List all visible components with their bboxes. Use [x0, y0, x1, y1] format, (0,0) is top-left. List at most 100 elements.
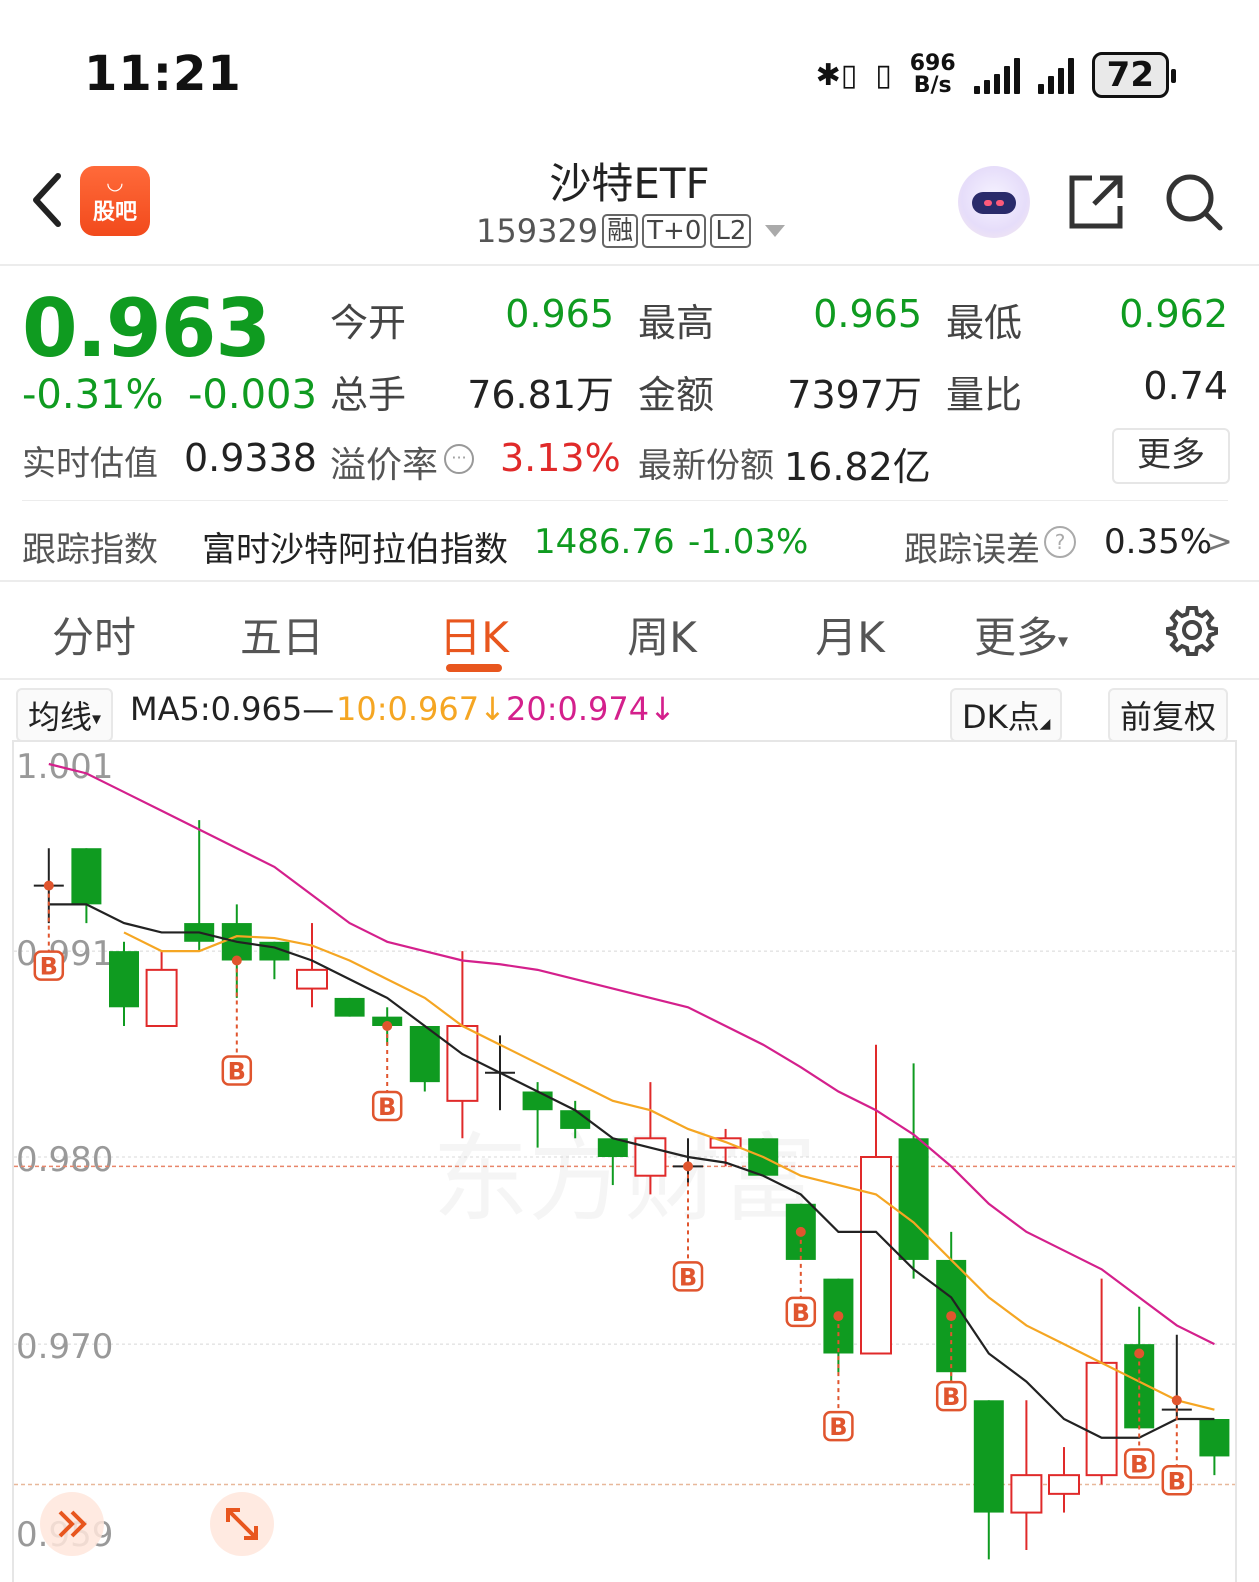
- section-divider: [0, 580, 1259, 582]
- candle-body: [560, 1110, 591, 1129]
- down-arrow-icon: ↓: [479, 690, 506, 728]
- tab-monthly-k[interactable]: 月K: [770, 604, 930, 665]
- candle-body: [973, 1400, 1004, 1513]
- share-icon[interactable]: [1066, 172, 1126, 232]
- tracking-index-name[interactable]: 富时沙特阿拉伯指数: [202, 522, 508, 571]
- ma20-value: 20:0.974: [506, 690, 650, 728]
- bluetooth-icon: ✱▯: [815, 57, 858, 93]
- more-button[interactable]: 更多: [1112, 428, 1230, 484]
- tabs-divider: [0, 678, 1259, 680]
- low-value: 0.962: [1119, 292, 1228, 336]
- buy-signal-letter: B: [228, 1058, 246, 1086]
- tracking-error-label: 跟踪误差: [904, 530, 1040, 570]
- ma-selector-label: 均线: [28, 698, 93, 736]
- buy-signal-letter: B: [942, 1383, 960, 1411]
- buy-signal-letter: B: [1168, 1467, 1186, 1495]
- ai-assistant-robot-icon[interactable]: [958, 166, 1030, 238]
- open-value: 0.965: [505, 292, 614, 336]
- chevron-right-icon[interactable]: >: [1206, 522, 1233, 560]
- volume-value: 76.81万: [467, 373, 614, 417]
- buy-signal-letter: B: [792, 1299, 810, 1327]
- open-label: 今开: [330, 301, 407, 345]
- status-time: 11:21: [84, 46, 242, 102]
- candle-body: [145, 968, 178, 1028]
- ma5-value: MA5:0.965: [130, 690, 303, 728]
- amount-value: 7397万: [787, 373, 922, 417]
- corner-caret-icon: ◢: [1039, 716, 1051, 732]
- header-divider: [0, 264, 1259, 266]
- signal-icon-1: [973, 56, 1020, 94]
- candle-body: [898, 1138, 929, 1260]
- candle-body: [1010, 1474, 1043, 1514]
- candle-body: [109, 951, 139, 1008]
- low-label: 最低: [946, 301, 1023, 345]
- buy-signal-letter: B: [1130, 1451, 1148, 1479]
- buy-signal-letter: B: [679, 1263, 697, 1291]
- candle-body: [522, 1091, 553, 1111]
- ma20-line: [48, 762, 1215, 1346]
- tab-five-day[interactable]: 五日: [202, 604, 362, 665]
- netspeed: 696 B/s: [910, 53, 956, 97]
- ma5-line-icon: —: [302, 690, 335, 728]
- candle-body: [860, 1156, 892, 1355]
- ma5-legend: MA5:0.965—: [130, 690, 334, 728]
- y-tick-label: 0.970: [16, 1327, 113, 1367]
- active-tab-indicator: [446, 664, 502, 672]
- candle-body: [1048, 1474, 1080, 1495]
- tag-l2: L2: [710, 214, 752, 248]
- amount-label: 金额: [638, 373, 715, 417]
- tab-daily-k[interactable]: 日K: [394, 604, 554, 665]
- gear-icon[interactable]: [1166, 604, 1218, 656]
- tab-more[interactable]: 更多▾: [974, 604, 1094, 665]
- candle-body: [446, 1025, 479, 1102]
- y-tick-label: 0.991: [16, 934, 113, 974]
- status-icons: ✱▯ ▯ 696 B/s 72: [815, 52, 1177, 98]
- last-price: 0.963: [22, 282, 271, 375]
- tab-more-label: 更多: [974, 613, 1059, 662]
- buy-signal-letter: B: [378, 1093, 396, 1121]
- y-tick-label: 0.980: [16, 1140, 113, 1180]
- search-icon[interactable]: [1164, 172, 1224, 232]
- vibrate-icon: ▯: [875, 57, 892, 93]
- signal-icon-2: [1037, 56, 1074, 94]
- quote-divider: [22, 500, 1228, 501]
- ma10-value: 10:0.967: [336, 690, 480, 728]
- tab-intraday[interactable]: 分时: [14, 604, 174, 665]
- ma-selector[interactable]: 均线▾: [16, 688, 114, 742]
- candle-body: [296, 968, 328, 990]
- high-value: 0.965: [813, 292, 922, 336]
- tracking-error-value[interactable]: 0.35%: [1104, 522, 1212, 562]
- expand-icon: [226, 1508, 258, 1540]
- down-arrow-icon: ↓: [649, 690, 676, 728]
- candle-body: [71, 848, 102, 905]
- double-chevron-right-icon: [58, 1510, 87, 1538]
- dropdown-caret-icon: [765, 225, 786, 237]
- netspeed-unit: B/s: [913, 73, 952, 98]
- shares-label: 最新份额: [638, 446, 774, 486]
- security-code: 159329: [476, 212, 599, 250]
- premium-value: 3.13%: [500, 436, 621, 480]
- fullscreen-button[interactable]: [210, 1492, 274, 1556]
- battery-icon: 72: [1091, 52, 1177, 98]
- tab-more-caret-icon: ▾: [1058, 628, 1069, 653]
- tracking-index-value: 1486.76: [534, 522, 675, 562]
- candle-body: [334, 997, 365, 1017]
- buy-signal-letter: B: [40, 953, 58, 981]
- tracking-label: 跟踪指数: [22, 530, 158, 570]
- tag-margin: 融: [602, 214, 639, 248]
- estimate-label: 实时估值: [22, 444, 158, 484]
- kline-chart[interactable]: 东方财富1.0010.9910.9800.9700.959BBBBBBBBB: [14, 742, 1235, 1582]
- tracking-index-change: -1.03%: [688, 522, 809, 562]
- dk-points-button[interactable]: DK点◢: [950, 688, 1063, 742]
- buy-signal-letter: B: [829, 1413, 847, 1441]
- tab-weekly-k[interactable]: 周K: [582, 604, 742, 665]
- security-code-row[interactable]: 159329 融 T+0 L2: [476, 212, 786, 250]
- high-label: 最高: [638, 301, 715, 345]
- dk-label: DK点: [962, 698, 1040, 736]
- price-adjust-button[interactable]: 前复权: [1108, 688, 1229, 742]
- ma20-legend: 20:0.974↓: [506, 690, 676, 728]
- help-icon[interactable]: ?: [1044, 526, 1076, 558]
- ma-selector-caret-icon: ▾: [92, 708, 102, 730]
- more-info-icon[interactable]: ···: [444, 444, 474, 474]
- collapse-panel-button[interactable]: [40, 1492, 104, 1556]
